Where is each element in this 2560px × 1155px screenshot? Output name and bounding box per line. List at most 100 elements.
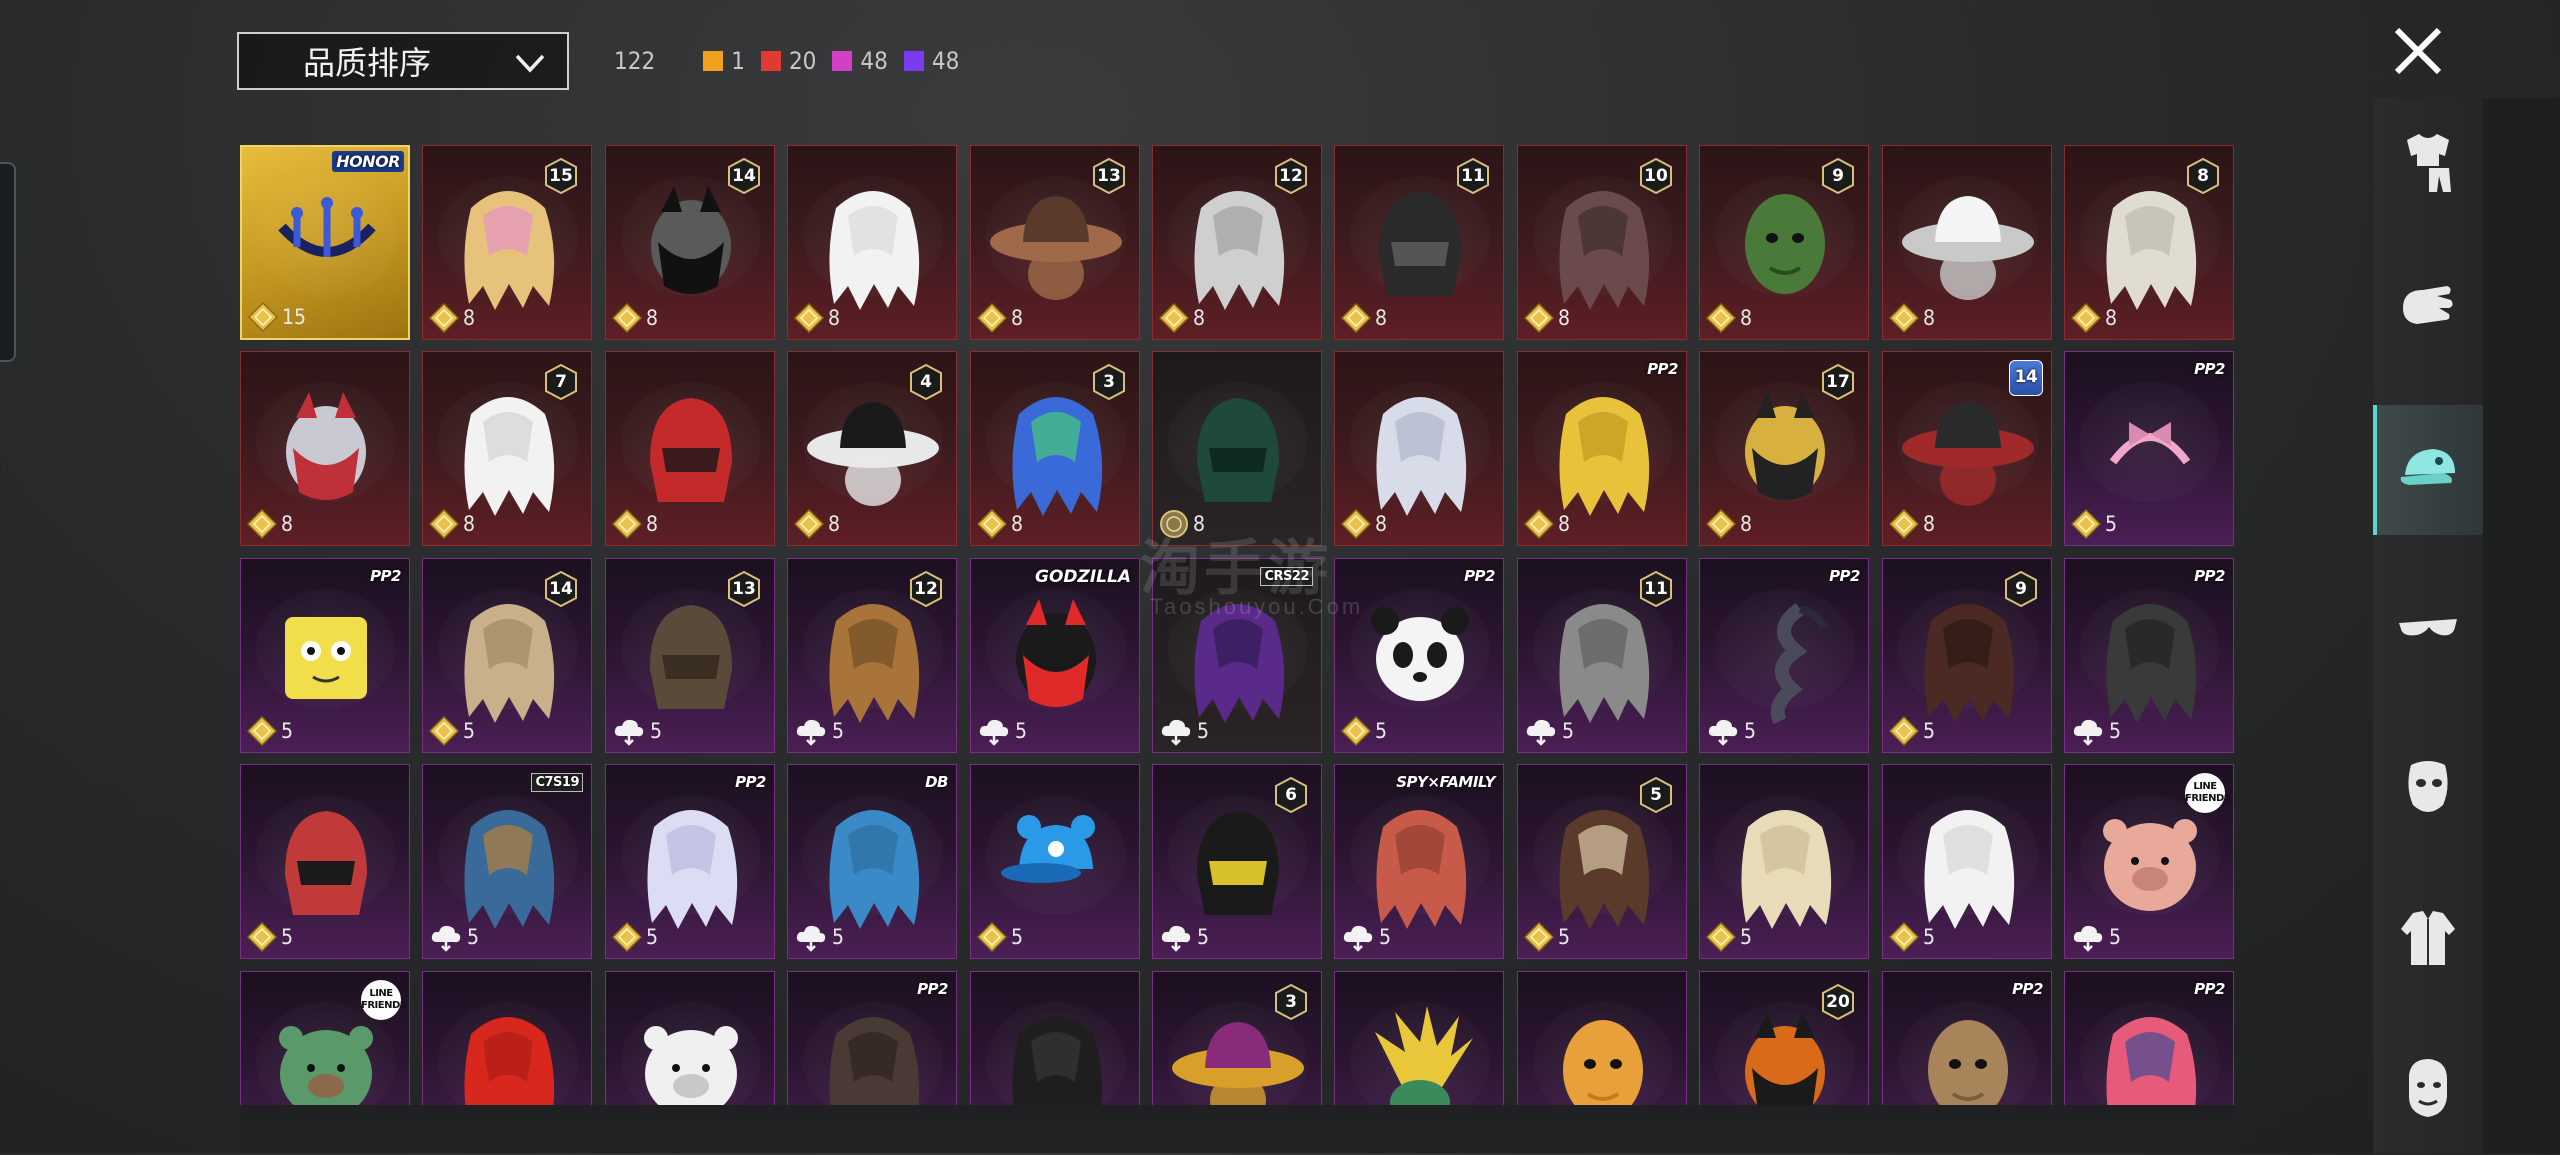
item-card[interactable]: DB 5 <box>787 764 957 959</box>
sort-dropdown[interactable]: 品质排序 <box>237 32 569 90</box>
item-card[interactable]: 98 <box>1699 145 1869 340</box>
item-card[interactable]: PP2 <box>1882 971 2052 1105</box>
rarity-swatch <box>760 51 781 71</box>
diamond-currency-icon <box>1524 922 1554 952</box>
item-card[interactable]: 8 <box>240 351 410 546</box>
item-card[interactable]: 12 5 <box>787 558 957 753</box>
item-card[interactable]: 5 <box>240 764 410 959</box>
item-card[interactable]: 8 <box>1334 351 1504 546</box>
item-card[interactable]: PP2 5 <box>1699 558 1869 753</box>
item-price: 8 <box>794 509 840 539</box>
close-button[interactable] <box>2385 18 2451 84</box>
level-badge: 13 <box>1093 158 1125 194</box>
item-card[interactable]: 14 5 <box>422 558 592 753</box>
item-card[interactable]: HONOR 15 <box>240 145 410 340</box>
item-card[interactable]: PP2 <box>787 971 957 1105</box>
item-card[interactable]: PP2 8 <box>1517 351 1687 546</box>
level-badge: 5 <box>1640 777 1672 813</box>
grid-bottom-edge <box>240 1105 2235 1153</box>
item-card[interactable]: LINE FRIENDS <box>240 971 410 1105</box>
item-card[interactable]: PP2 <box>2064 971 2234 1105</box>
item-card[interactable] <box>1517 971 1687 1105</box>
item-card[interactable]: 17 8 <box>1699 351 1869 546</box>
item-card[interactable] <box>970 971 1140 1105</box>
level-badge-text: 7 <box>555 372 567 392</box>
left-edge-tab[interactable] <box>0 162 16 362</box>
item-card[interactable]: 15 8 <box>422 145 592 340</box>
diamond-currency-icon <box>1524 303 1554 333</box>
hand-icon <box>2393 268 2463 343</box>
category-tab-glasses[interactable] <box>2373 565 2483 695</box>
category-tab-mask[interactable] <box>2373 725 2483 855</box>
item-card[interactable]: 88 <box>2064 145 2234 340</box>
item-card[interactable]: PP2 5 <box>2064 558 2234 753</box>
mask-icon <box>2393 753 2463 828</box>
item-price-value: 5 <box>281 719 294 743</box>
item-card[interactable]: 48 <box>787 351 957 546</box>
level-badge-text: 9 <box>1832 166 1844 186</box>
item-card[interactable]: SPY×FAMILY 5 <box>1334 764 1504 959</box>
item-card[interactable]: PP2 5 <box>1334 558 1504 753</box>
item-card[interactable]: 3 <box>1152 971 1322 1105</box>
item-card[interactable]: 20 <box>1699 971 1869 1105</box>
item-card[interactable]: 8 <box>787 145 957 340</box>
item-card[interactable]: 78 <box>422 351 592 546</box>
item-card[interactable]: PP2 5 <box>240 558 410 753</box>
level-badge-text: 5 <box>1650 785 1662 805</box>
item-card[interactable]: 14 8 <box>605 145 775 340</box>
item-card[interactable]: 13 5 <box>605 558 775 753</box>
item-card[interactable]: 5 <box>1699 764 1869 959</box>
item-price-value: 8 <box>646 512 659 536</box>
item-price: 5 <box>1341 716 1387 746</box>
item-card[interactable]: PP2 5 <box>605 764 775 959</box>
item-card[interactable] <box>422 971 592 1105</box>
item-card[interactable]: PP2 5 <box>2064 351 2234 546</box>
level-badge: 12 <box>910 571 942 607</box>
item-card[interactable]: 5 <box>970 764 1140 959</box>
collab-badge: PP2 <box>1647 360 1678 378</box>
collab-badge: PP2 <box>370 567 401 585</box>
category-tab-hand[interactable] <box>2373 240 2483 370</box>
category-tab-jacket[interactable] <box>2373 875 2483 1005</box>
item-price-value: 8 <box>1558 306 1571 330</box>
item-price: 5 <box>794 716 844 746</box>
item-card[interactable]: 13 8 <box>970 145 1140 340</box>
diamond-currency-icon <box>1706 303 1736 333</box>
item-card[interactable]: LINE FRIENDS 5 <box>2064 764 2234 959</box>
level-badge: 13 <box>728 571 760 607</box>
item-card[interactable]: 10 8 <box>1517 145 1687 340</box>
category-tab-outfit[interactable] <box>2373 98 2483 228</box>
item-card[interactable]: 38 <box>970 351 1140 546</box>
item-card[interactable]: GODZILLA 5 <box>970 558 1140 753</box>
inventory-grid[interactable]: HONOR 15 15 8 14 8 8 13 8 12 8 11 8 10 8 98 8 8… <box>240 143 2235 1105</box>
category-tab-face[interactable] <box>2373 1025 2483 1155</box>
item-card[interactable]: 11 5 <box>1517 558 1687 753</box>
rarity-count-purple: 48 <box>903 47 959 75</box>
item-card[interactable]: 8 <box>605 351 775 546</box>
level-badge: 9 <box>1822 158 1854 194</box>
item-price: 5 <box>247 716 293 746</box>
item-price: 5 <box>1341 922 1391 952</box>
item-card[interactable]: 95 <box>1882 558 2052 753</box>
item-image <box>1563 1020 1643 1105</box>
item-card[interactable] <box>1334 971 1504 1105</box>
category-tab-hat[interactable] <box>2373 405 2483 535</box>
item-card[interactable]: 55 <box>1517 764 1687 959</box>
item-card[interactable]: 5 <box>1882 764 2052 959</box>
item-card[interactable]: 14 8 <box>1882 351 2052 546</box>
item-card[interactable]: 11 8 <box>1334 145 1504 340</box>
item-card[interactable] <box>605 971 775 1105</box>
item-image <box>1375 1006 1473 1105</box>
item-card[interactable]: C7S19 5 <box>422 764 592 959</box>
item-card[interactable]: 8 <box>1152 351 1322 546</box>
collab-badge: PP2 <box>2194 360 2225 378</box>
jacket-icon <box>2393 903 2463 978</box>
item-card[interactable]: 12 8 <box>1152 145 1322 340</box>
item-price-value: 5 <box>1197 925 1210 949</box>
item-price: 8 <box>977 509 1023 539</box>
rarity-counts: 122 1 20 48 48 <box>614 44 975 78</box>
collab-badge: PP2 <box>1829 567 1860 585</box>
item-card[interactable]: 65 <box>1152 764 1322 959</box>
item-card[interactable]: 8 <box>1882 145 2052 340</box>
level-badge-text: 17 <box>1826 372 1850 392</box>
